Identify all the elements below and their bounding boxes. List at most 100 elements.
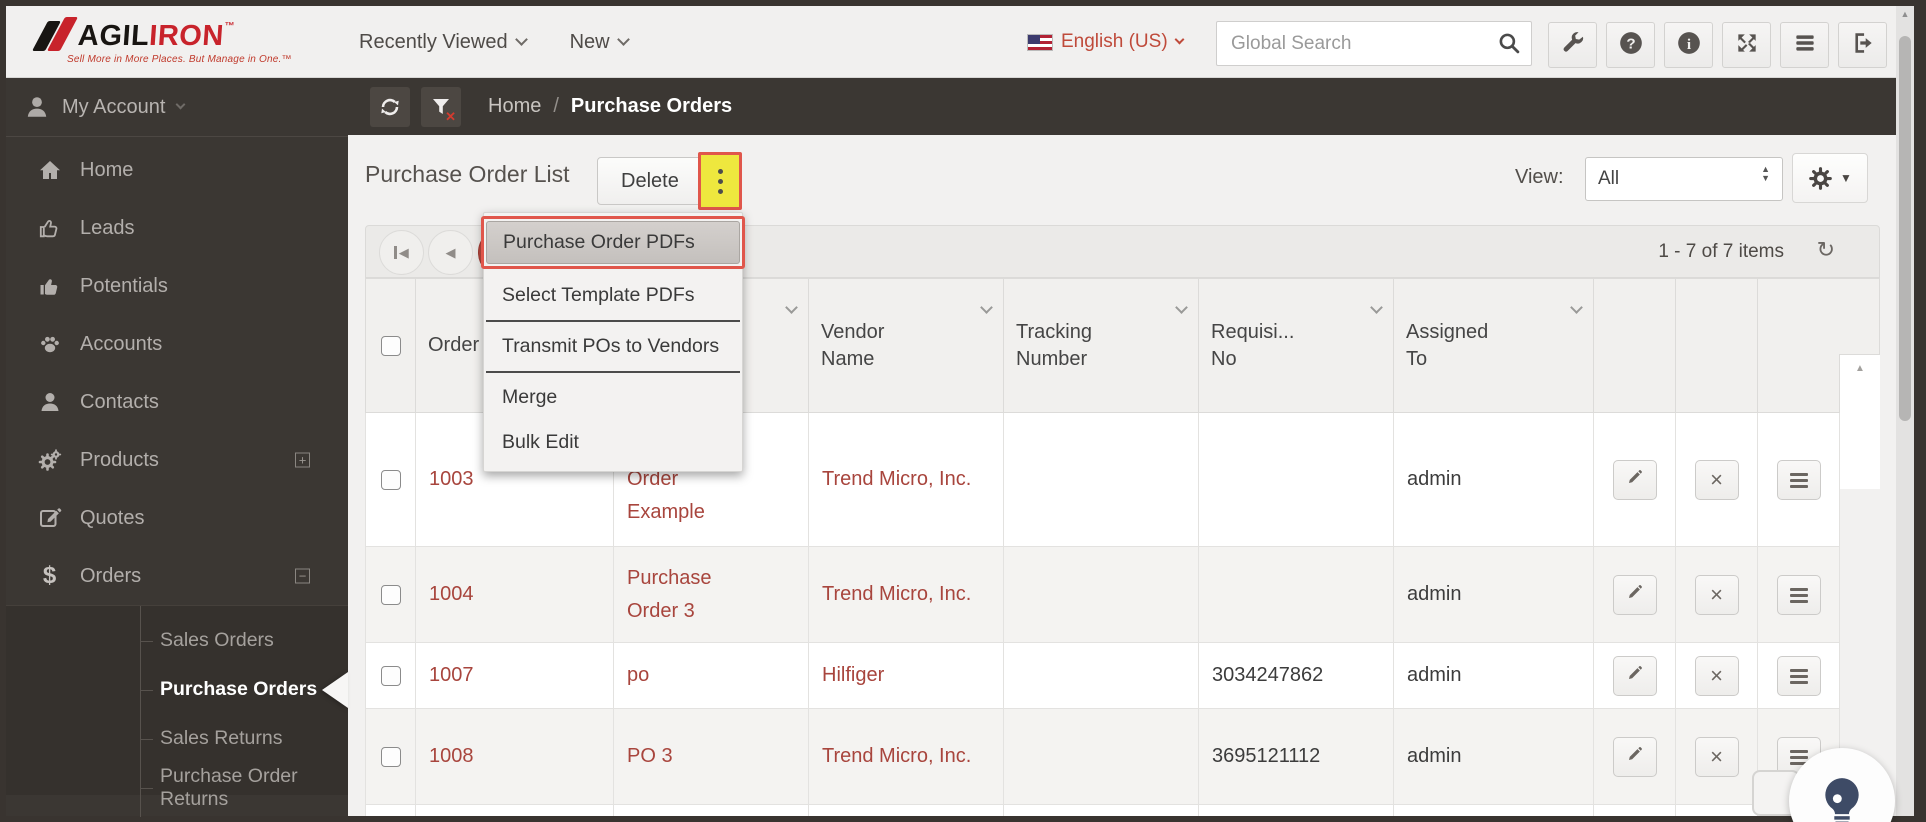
row-menu-button[interactable] [1776, 656, 1821, 697]
edit-button[interactable] [1612, 736, 1657, 777]
sort-chevron-icon[interactable] [785, 301, 798, 314]
sidebar-subitem-purchase-order-returns[interactable]: Purchase Order Returns [6, 763, 348, 812]
sort-chevron-icon[interactable] [1570, 301, 1583, 314]
column-header-requisition[interactable]: Requisi... No [1198, 278, 1394, 413]
sidebar-subitem-label: Purchase Order Returns [160, 764, 298, 810]
first-page-button[interactable]: ◀ [379, 230, 424, 275]
wrench-button[interactable] [1548, 22, 1597, 68]
sidebar-item-orders[interactable]: $ Orders − [6, 547, 348, 605]
row-checkbox[interactable] [380, 469, 401, 490]
sidebar-item-accounts[interactable]: Accounts [6, 315, 348, 373]
my-account-label: My Account [62, 95, 166, 118]
delete-row-button[interactable]: × [1694, 736, 1739, 777]
column-header-tracking[interactable]: Tracking Number [1003, 278, 1199, 413]
top-menu-new[interactable]: New [570, 31, 630, 54]
list-refresh-icon[interactable]: ↻ [1817, 237, 1835, 263]
info-button[interactable]: i [1664, 22, 1713, 68]
sidebar-item-label: Quotes [80, 506, 145, 529]
sidebar-item-contacts[interactable]: Contacts [6, 373, 348, 431]
collapse-icon[interactable]: − [295, 568, 310, 584]
order-number-link[interactable]: 1007 [429, 664, 474, 686]
sidebar-subitem-label: Purchase Orders [160, 678, 318, 700]
delete-button[interactable]: Delete [597, 157, 703, 205]
search-icon[interactable] [1496, 30, 1522, 56]
list-settings-button[interactable]: ▼ [1792, 153, 1868, 203]
menu-item-bulk-edit[interactable]: Bulk Edit [484, 420, 742, 465]
menu-item-purchase-order-pdfs[interactable]: Purchase Order PDFs [486, 221, 740, 264]
prev-page-button[interactable]: ◀ [428, 230, 473, 275]
scroll-up-icon[interactable]: ▲ [1896, 9, 1914, 19]
top-icon-buttons: ? i [1548, 22, 1887, 68]
row-checkbox[interactable] [380, 584, 401, 605]
select-all-checkbox[interactable] [380, 335, 401, 356]
vendor-link[interactable]: Trend Micro, Inc. [822, 583, 971, 605]
wrench-icon [1560, 30, 1586, 61]
sort-chevron-icon[interactable] [1370, 301, 1383, 314]
sidebar-item-leads[interactable]: Leads [6, 199, 348, 257]
edit-button[interactable] [1612, 655, 1657, 696]
table-scroll-gutter[interactable]: ▲ [1840, 355, 1880, 489]
sidebar-item-home[interactable]: Home [6, 141, 348, 199]
edit-button[interactable] [1612, 574, 1657, 615]
subject-link[interactable]: po [627, 664, 649, 686]
table-scroll-up-icon[interactable]: ▲ [1855, 363, 1865, 374]
sidebar-subitem-sales-orders[interactable]: Sales Orders [6, 616, 348, 665]
orders-submenu: Sales Orders Purchase Orders Sales Returns… [6, 605, 348, 817]
menu-item-merge[interactable]: Merge [484, 375, 742, 420]
row-checkbox[interactable] [380, 665, 401, 686]
delete-row-button[interactable]: × [1694, 655, 1739, 696]
row-menu-button[interactable] [1776, 460, 1821, 501]
filter-clear-x: ✕ [445, 108, 456, 124]
sidebar-subitem-sales-returns[interactable]: Sales Returns [6, 714, 348, 763]
sort-chevron-icon[interactable] [980, 301, 993, 314]
refresh-button[interactable] [370, 86, 410, 127]
subject-link[interactable]: Purchase Order 3 [627, 567, 712, 622]
logout-icon [1850, 30, 1876, 61]
sidebar-item-potentials[interactable]: Potentials [6, 257, 348, 315]
search-input[interactable] [1216, 21, 1532, 66]
subject-link[interactable]: PO 3 [627, 745, 673, 767]
vendor-link[interactable]: Trend Micro, Inc. [822, 745, 971, 767]
view-select[interactable]: All ▲ ▼ [1585, 157, 1783, 201]
help-button[interactable]: ? [1606, 22, 1655, 68]
edit-button[interactable] [1612, 459, 1657, 500]
order-number-link[interactable]: 1008 [429, 745, 474, 767]
breadcrumb-home[interactable]: Home [488, 95, 541, 118]
scrollbar-thumb[interactable] [1899, 36, 1911, 421]
table-row: 1008 PO 3 Trend Micro, Inc. 3695121112 admin… [365, 708, 1840, 805]
cell-assigned: admin [1393, 708, 1594, 805]
column-header-label: Vendor Name [821, 320, 885, 370]
menu-button[interactable] [1780, 22, 1829, 68]
delete-row-button[interactable]: × [1694, 459, 1739, 500]
cell-edit [1593, 708, 1676, 805]
sort-chevron-icon[interactable] [1175, 301, 1188, 314]
column-header-assigned[interactable]: Assigned To [1393, 278, 1594, 413]
page-scrollbar[interactable]: ▲ [1896, 6, 1914, 816]
menu-item-select-template-pdfs[interactable]: Select Template PDFs [484, 273, 742, 318]
top-menu-recently-viewed[interactable]: Recently Viewed [359, 31, 528, 54]
menu-separator [486, 371, 740, 373]
logout-button[interactable] [1838, 22, 1887, 68]
row-checkbox[interactable] [380, 746, 401, 767]
expand-button[interactable] [1722, 22, 1771, 68]
language-selector[interactable]: English (US) [1027, 6, 1185, 78]
my-account-menu[interactable]: My Account [6, 78, 348, 137]
column-header-vendor[interactable]: Vendor Name [808, 278, 1004, 413]
vendor-link[interactable]: Trend Micro, Inc. [822, 468, 971, 490]
vendor-link[interactable]: Hilfiger [822, 664, 884, 686]
order-number-link[interactable]: 1004 [429, 583, 474, 605]
sidebar-subitem-purchase-orders[interactable]: Purchase Orders [6, 665, 348, 714]
sidebar-item-quotes[interactable]: Quotes [6, 489, 348, 547]
expand-icon[interactable]: + [295, 452, 310, 468]
menu-item-transmit-pos-to-vendors[interactable]: Transmit POs to Vendors [484, 324, 742, 369]
cell-vendor: Trend Micro, Inc. [808, 412, 1004, 547]
active-item-marker [322, 672, 348, 708]
delete-row-button[interactable]: × [1694, 574, 1739, 615]
more-actions-button[interactable] [698, 152, 742, 210]
filter-button[interactable]: ✕ [421, 86, 461, 127]
order-number-link[interactable]: 1003 [429, 468, 474, 490]
sidebar-item-label: Home [80, 158, 134, 181]
column-header-label: Requisi... No [1211, 320, 1295, 370]
sidebar-item-products[interactable]: Products + [6, 431, 348, 489]
row-menu-button[interactable] [1776, 575, 1821, 616]
